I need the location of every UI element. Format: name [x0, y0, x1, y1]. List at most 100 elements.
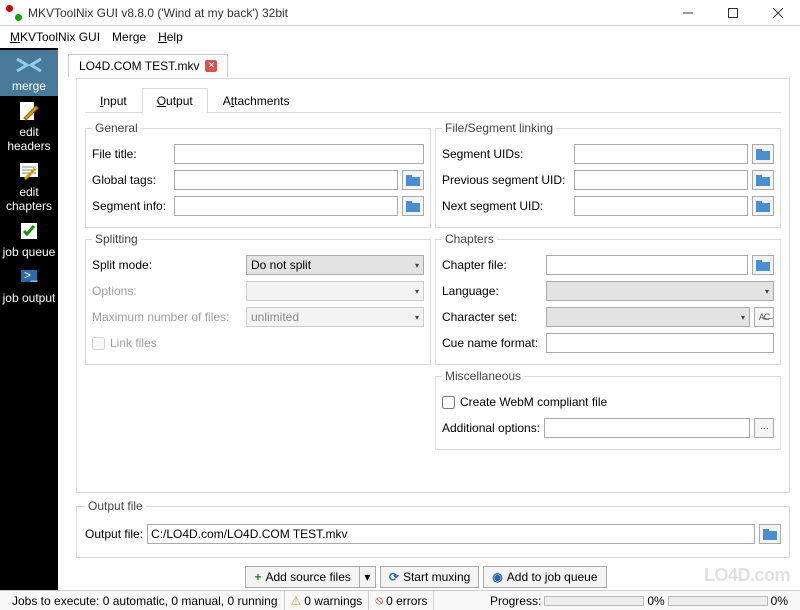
label-max-files: Maximum number of files:	[92, 310, 242, 324]
plus-icon: +	[254, 570, 261, 584]
sidebar-label: merge	[0, 79, 58, 93]
file-tab-name: LO4D.COM TEST.mkv	[79, 59, 199, 73]
group-linking: File/Segment linking Segment UIDs: Previ…	[435, 121, 781, 228]
sidebar: merge edit headers edit chapters job que…	[0, 48, 58, 590]
edit-chapters-icon	[14, 159, 44, 183]
prev-uid-input[interactable]	[574, 170, 748, 190]
sidebar-item-merge[interactable]: merge	[0, 50, 58, 96]
warning-icon: ⚠	[291, 594, 302, 608]
label-split-mode: Split mode:	[92, 258, 242, 272]
link-files-checkbox: Link files	[92, 336, 157, 350]
close-tab-icon[interactable]: ✕	[205, 60, 217, 72]
output-file-input[interactable]	[147, 524, 755, 544]
sidebar-item-job-output[interactable]: >_ job output	[0, 262, 58, 308]
status-errors: ⦸0 errors	[369, 591, 434, 610]
webm-label: Create WebM compliant file	[460, 395, 607, 409]
add-to-queue-button[interactable]: ◉Add to job queue	[483, 566, 606, 588]
segment-uids-input[interactable]	[574, 144, 748, 164]
webm-checkbox[interactable]: Create WebM compliant file	[442, 395, 607, 409]
label-language: Language:	[442, 284, 542, 298]
close-button[interactable]	[755, 0, 800, 26]
add-source-files-splitbutton[interactable]: +Add source files ▾	[245, 566, 375, 588]
chevron-down-icon: ▾	[415, 261, 419, 270]
tab-input[interactable]: Input	[85, 88, 142, 113]
legend-misc: Miscellaneous	[442, 369, 524, 383]
tab-output[interactable]: Output	[142, 88, 208, 113]
charset-clear-button[interactable]: A̶C̶	[754, 307, 774, 327]
label-addopt: Additional options:	[442, 421, 540, 435]
menu-merge[interactable]: Merge	[106, 27, 152, 47]
sidebar-item-edit-chapters[interactable]: edit chapters	[0, 156, 58, 216]
browse-prev-uid-button[interactable]	[752, 170, 774, 190]
browse-next-uid-button[interactable]	[752, 196, 774, 216]
job-queue-icon	[14, 219, 44, 243]
language-select[interactable]: ▾	[546, 281, 774, 301]
inner-tabs: Input Output Attachments	[85, 87, 781, 113]
merge-icon	[14, 53, 44, 77]
webm-input[interactable]	[442, 396, 455, 409]
group-misc: Miscellaneous Create WebM compliant file…	[435, 369, 781, 450]
chevron-down-icon: ▾	[364, 570, 370, 584]
browse-segment-uids-button[interactable]	[752, 144, 774, 164]
progress-bar-2	[668, 596, 768, 606]
charset-select[interactable]: ▾	[546, 307, 750, 327]
app-icon	[6, 5, 22, 21]
add-source-files-dropdown[interactable]: ▾	[360, 566, 376, 588]
content-area: LO4D.COM TEST.mkv ✕ Input Output Attachm…	[58, 48, 800, 590]
label-next-uid: Next segment UID:	[442, 199, 570, 213]
sidebar-item-edit-headers[interactable]: edit headers	[0, 96, 58, 156]
label-split-options: Options:	[92, 284, 242, 298]
chevron-down-icon: ▾	[765, 287, 769, 296]
chevron-down-icon: ▾	[415, 313, 419, 322]
label-global-tags: Global tags:	[92, 173, 170, 187]
menu-mkvtoolnix[interactable]: MKVToolNix GUI	[4, 27, 106, 47]
link-files-input	[92, 337, 105, 350]
file-tab[interactable]: LO4D.COM TEST.mkv ✕	[68, 54, 228, 77]
error-icon: ⦸	[375, 593, 383, 608]
minimize-button[interactable]	[665, 0, 710, 26]
label-segment-uids: Segment UIDs:	[442, 147, 570, 161]
addopt-more-button[interactable]: ⋯	[754, 418, 774, 438]
sidebar-item-job-queue[interactable]: job queue	[0, 216, 58, 262]
add-source-files-button[interactable]: +Add source files	[245, 566, 359, 588]
next-uid-input[interactable]	[574, 196, 748, 216]
max-files-select: unlimited▾	[246, 307, 424, 327]
label-cue-format: Cue name format:	[442, 336, 542, 350]
refresh-icon: ⟳	[389, 570, 399, 584]
group-general: General File title: Global tags: Segment…	[85, 121, 431, 228]
chapter-file-input[interactable]	[546, 255, 748, 275]
maximize-button[interactable]	[710, 0, 755, 26]
sidebar-label: edit chapters	[0, 185, 58, 213]
file-title-input[interactable]	[174, 144, 424, 164]
link-files-label: Link files	[110, 336, 157, 350]
cue-format-input[interactable]	[546, 333, 774, 353]
menu-help[interactable]: Help	[152, 27, 189, 47]
split-mode-select[interactable]: Do not split▾	[246, 255, 424, 275]
edit-headers-icon	[14, 99, 44, 123]
start-muxing-button[interactable]: ⟳Start muxing	[380, 566, 479, 588]
global-tags-input[interactable]	[174, 170, 398, 190]
segment-info-input[interactable]	[174, 196, 398, 216]
browse-output-file-button[interactable]	[759, 524, 781, 544]
tab-attachments[interactable]: Attachments	[208, 88, 305, 113]
label-chapter-file: Chapter file:	[442, 258, 542, 272]
svg-text:>_: >_	[24, 268, 38, 282]
record-icon: ◉	[492, 570, 502, 584]
browse-global-tags-button[interactable]	[402, 170, 424, 190]
label-charset: Character set:	[442, 310, 542, 324]
addopt-input[interactable]	[544, 418, 750, 438]
label-segment-info: Segment info:	[92, 199, 170, 213]
label-output-file: Output file:	[85, 527, 143, 541]
sidebar-label: job queue	[0, 245, 58, 259]
action-row: +Add source files ▾ ⟳Start muxing ◉Add t…	[58, 566, 794, 588]
legend-chapters: Chapters	[442, 232, 497, 246]
menubar: MKVToolNix GUI Merge Help	[0, 26, 800, 48]
sidebar-label: edit headers	[0, 125, 58, 153]
progress-bar-1	[544, 596, 644, 606]
browse-chapter-file-button[interactable]	[752, 255, 774, 275]
browse-segment-info-button[interactable]	[402, 196, 424, 216]
job-output-icon: >_	[14, 265, 44, 289]
legend-output-file: Output file	[85, 499, 146, 513]
file-tab-row: LO4D.COM TEST.mkv ✕	[58, 52, 794, 78]
legend-general: General	[92, 121, 141, 135]
